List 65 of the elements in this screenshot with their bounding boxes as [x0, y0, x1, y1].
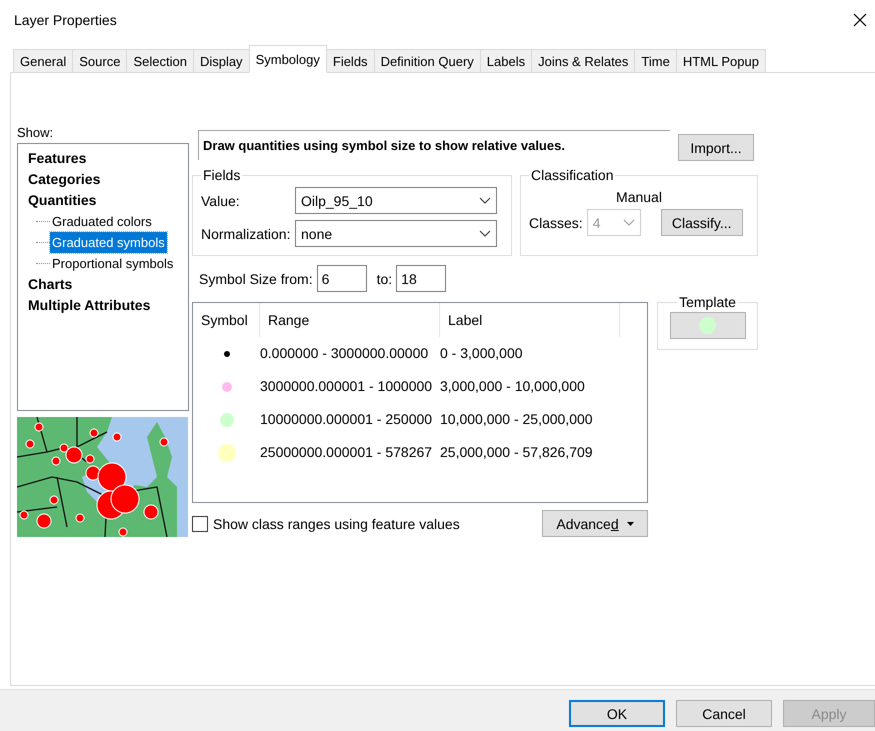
range-cell-text: 0.000000 - 3000000.00000 — [260, 344, 430, 363]
symbol-size-label: to: — [376, 270, 392, 286]
tab[interactable]: Time — [634, 49, 677, 73]
method-text: Manual — [616, 189, 662, 205]
symbol-dot[interactable] — [220, 412, 234, 426]
symbol-dot[interactable] — [222, 382, 232, 392]
window-title: Layer Properties — [14, 12, 117, 28]
label-cell-text: 10,000,000 - 25,000,000 — [440, 410, 594, 429]
tree-item[interactable]: Proportional symbols — [50, 253, 176, 274]
column-header[interactable]: Range — [260, 303, 440, 337]
symbol-dot[interactable] — [224, 350, 230, 356]
tab[interactable]: General — [13, 49, 74, 73]
size-to-field[interactable]: 18 — [396, 265, 446, 292]
range-cell-text: 3000000.000001 - 1000000 — [260, 377, 434, 396]
tab[interactable]: Joins & Relates — [531, 49, 636, 73]
tree-connector — [36, 221, 50, 222]
size-from-field[interactable]: 6 — [316, 265, 367, 292]
value-dropdown[interactable]: Oilp_95_10 — [295, 187, 497, 214]
tree-item[interactable]: Graduated symbols — [50, 232, 167, 253]
field-label: Value: — [201, 192, 241, 208]
tab[interactable]: Symbology — [248, 45, 327, 73]
advanced-button[interactable]: Advanced — [542, 510, 648, 537]
chevron-icon — [479, 197, 491, 204]
range-cell-text: 25000000.000001 - 578267 — [260, 443, 434, 462]
tree-item[interactable]: Charts — [26, 274, 74, 295]
classify-button[interactable]: Classify... — [660, 209, 743, 236]
tab[interactable]: Selection — [126, 49, 194, 73]
tab[interactable]: Source — [72, 49, 128, 73]
symbol-dot[interactable] — [218, 444, 236, 462]
column-header[interactable]: Label — [440, 303, 620, 337]
tab[interactable]: Display — [192, 49, 250, 73]
tree-item[interactable]: Quantities — [26, 190, 98, 211]
tree-item[interactable]: Features — [26, 148, 88, 169]
tab[interactable]: Fields — [326, 49, 375, 73]
tree-item[interactable]: Graduated colors — [50, 211, 154, 232]
tree-item[interactable]: Categories — [26, 169, 102, 190]
chevron-icon — [622, 219, 635, 226]
dialog-button[interactable]: Cancel — [676, 700, 772, 727]
checkbox[interactable] — [192, 516, 208, 532]
group-title: Classification — [530, 167, 614, 183]
tab[interactable]: Labels — [480, 49, 532, 73]
chevron-icon — [479, 230, 491, 237]
import-button[interactable]: Import... — [678, 134, 754, 161]
label-cell-text: 25,000,000 - 57,826,709 — [440, 443, 594, 462]
dropdown-arrow-icon — [626, 522, 634, 526]
normalization-dropdown[interactable]: none — [295, 220, 497, 247]
show-label: Show: — [17, 125, 54, 142]
range-cell-text: 10000000.000001 - 250000 — [260, 410, 434, 429]
column-header[interactable]: Symbol — [193, 303, 260, 337]
tree-item[interactable]: Multiple Attributes — [26, 295, 152, 316]
group-title: Template — [678, 294, 737, 310]
symbol-size-label: Symbol Size from: — [199, 270, 313, 286]
tab[interactable]: HTML Popup — [676, 49, 766, 73]
close-icon[interactable] — [853, 13, 867, 27]
description-text: Draw quantities using symbol size to show relative values. — [198, 130, 670, 160]
template-button[interactable] — [670, 312, 746, 339]
field-label: Normalization: — [201, 226, 292, 242]
field-label: Classes: — [529, 214, 583, 230]
tree-connector — [36, 263, 50, 264]
label-cell-text: 3,000,000 - 10,000,000 — [440, 377, 586, 396]
label-cell-text: 0 - 3,000,000 — [440, 344, 524, 363]
tab[interactable]: Definition Query — [374, 49, 481, 73]
checkbox-label: Show class ranges using feature values — [213, 516, 460, 532]
group-title: Fields — [202, 167, 242, 183]
dialog-button[interactable]: OK — [569, 700, 665, 727]
